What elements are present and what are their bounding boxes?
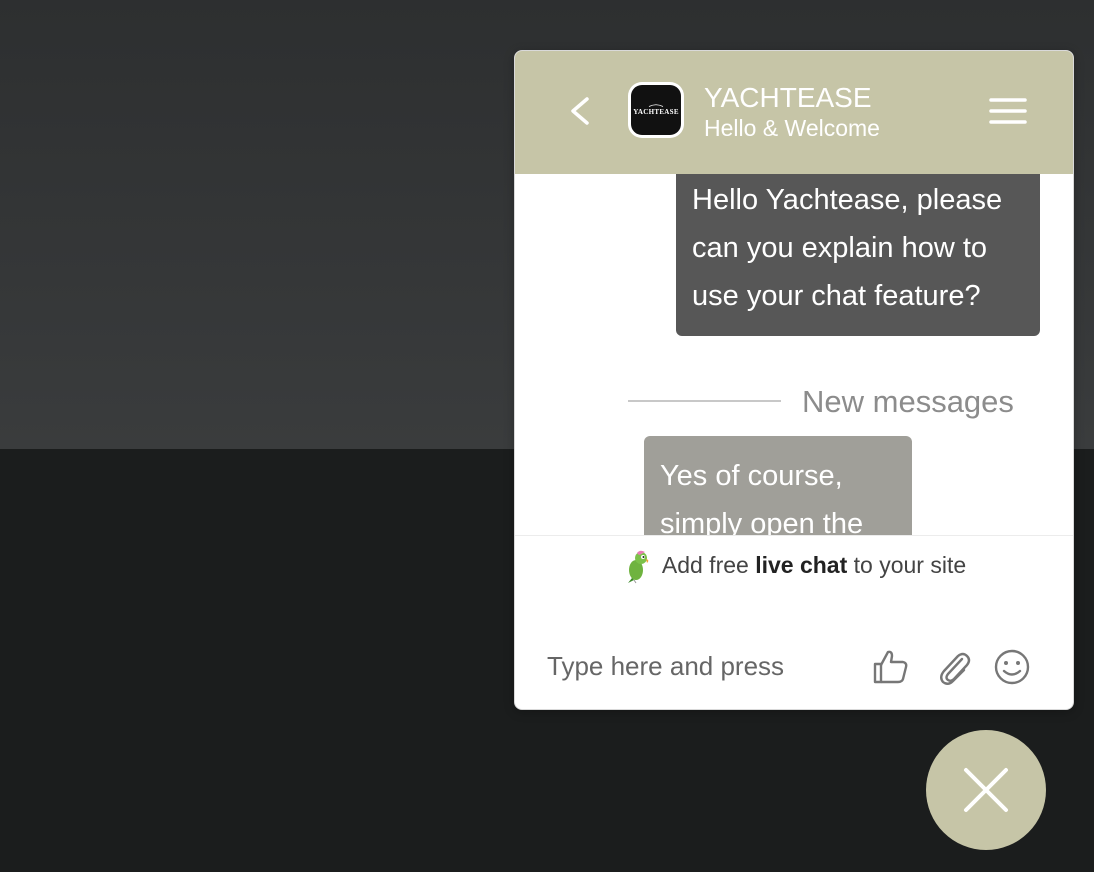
chevron-left-icon bbox=[571, 97, 589, 125]
thumbs-up-button[interactable] bbox=[871, 647, 911, 687]
menu-button[interactable] bbox=[989, 95, 1027, 127]
thumbs-up-icon bbox=[873, 650, 908, 684]
close-icon bbox=[964, 768, 1008, 812]
promo-text-suffix: to your site bbox=[847, 552, 967, 578]
promo-text-prefix: Add free bbox=[661, 552, 756, 578]
paperclip-icon bbox=[940, 652, 971, 685]
emoji-icon bbox=[994, 649, 1030, 685]
avatar-logo: YACHTEASE bbox=[631, 85, 681, 135]
message-composer bbox=[515, 631, 1073, 701]
avatar-logo-text: YACHTEASE bbox=[633, 108, 679, 116]
promo-link[interactable]: Add free live chat to your site bbox=[515, 535, 1073, 595]
chat-title: YACHTEASE bbox=[704, 82, 872, 113]
avatar: YACHTEASE bbox=[628, 82, 684, 138]
chat-subtitle: Hello & Welcome bbox=[704, 115, 880, 141]
new-messages-divider-line bbox=[628, 400, 781, 402]
promo-text-bold: live chat bbox=[755, 552, 848, 578]
new-messages-divider-label: New messages bbox=[802, 384, 1014, 419]
back-button[interactable] bbox=[563, 91, 599, 131]
chat-widget: YACHTEASE YACHTEASE Hello & Welcome Hell… bbox=[514, 50, 1074, 710]
message-input[interactable] bbox=[547, 643, 847, 689]
attach-button[interactable] bbox=[934, 647, 974, 687]
emoji-button[interactable] bbox=[992, 647, 1032, 687]
hamburger-menu-icon bbox=[989, 98, 1027, 124]
outgoing-message: Hello Yachtease, please can you explain … bbox=[676, 174, 1040, 336]
parrot-icon bbox=[627, 550, 649, 583]
yacht-logo-icon bbox=[648, 104, 664, 107]
close-chat-button[interactable] bbox=[926, 730, 1046, 850]
chat-header: YACHTEASE YACHTEASE Hello & Welcome bbox=[515, 51, 1073, 174]
incoming-message: Yes of course, simply open the bbox=[644, 436, 912, 535]
message-list[interactable]: Hello Yachtease, please can you explain … bbox=[515, 174, 1073, 535]
